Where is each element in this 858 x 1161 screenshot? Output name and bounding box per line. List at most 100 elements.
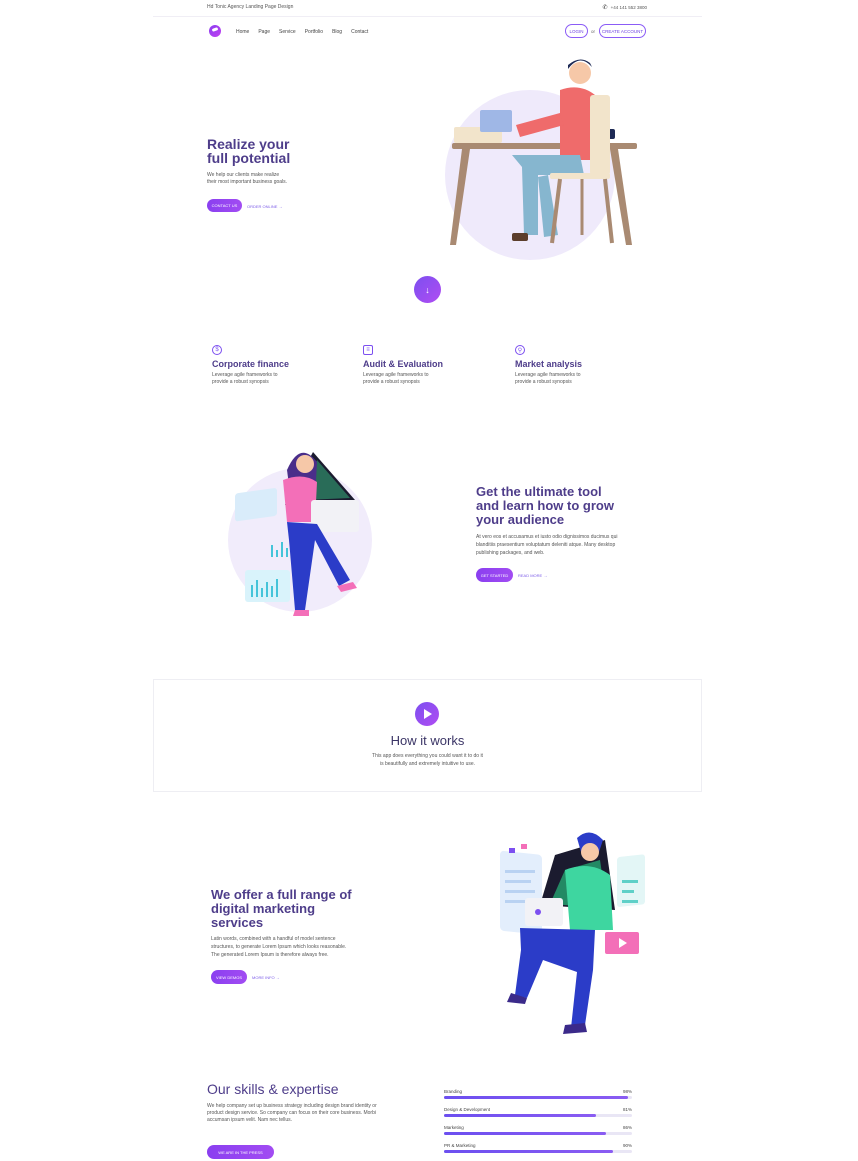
section3-p-line3: The generated Lorem Ipsum is therefore a…	[211, 952, 329, 958]
feature-desc-line2: provide a robust synopsis	[212, 379, 269, 385]
arrow-right-icon: →	[275, 975, 280, 980]
how-it-works-title: How it works	[390, 733, 465, 748]
skill-fill	[444, 1096, 629, 1099]
hero-subtitle: We help our clients make realize their m…	[207, 172, 317, 186]
login-button[interactable]: LOGIN	[565, 24, 588, 38]
skill-percent: 81%	[622, 1107, 632, 1112]
how-p-line2: is beautifully and extremely intuitive t…	[379, 761, 476, 767]
feature-desc-line2: provide a robust synopsis	[363, 379, 420, 385]
section3-p-line1: Latin words, combined with a handful of …	[211, 936, 336, 942]
section2-p-line1: At vero eos et accusamus et iusto odio d…	[476, 534, 618, 540]
skills-p-line3: accumsan ipsum velit. Nam nec tellus.	[207, 1117, 293, 1123]
skills-paragraph: We help company set up business strategy…	[207, 1103, 407, 1124]
feature-desc-line1: Leverage agile frameworks to	[363, 372, 429, 378]
more-info-link[interactable]: MORE INFO →	[252, 975, 280, 980]
section3-title-line2: digital marketing	[211, 901, 316, 916]
hero-title-line2: full potential	[207, 150, 291, 166]
skill-bar-design: Design & Development 81%	[444, 1107, 632, 1117]
skill-fill	[444, 1150, 614, 1153]
skill-percent: 86%	[622, 1125, 632, 1130]
skill-fill	[444, 1132, 606, 1135]
skills-p-line2: product design service. So company can f…	[207, 1110, 376, 1116]
phone-icon: ✆	[602, 5, 608, 11]
audience-illustration	[228, 452, 372, 616]
scroll-down-button[interactable]: ↓	[414, 276, 441, 303]
section3-title-line1: We offer a full range of	[211, 887, 352, 902]
feature-corporate-finance: $ Corporate finance Leverage agile frame…	[212, 345, 332, 386]
read-more-link[interactable]: READ MORE →	[518, 573, 547, 578]
arrow-right-icon: →	[278, 204, 283, 209]
skill-fill	[444, 1114, 597, 1117]
section2-p-line3: publishing packages, and web.	[476, 550, 545, 556]
section3-title: We offer a full range of digital marketi…	[211, 888, 386, 930]
feature-desc-line2: provide a robust synopsis	[515, 379, 572, 385]
contact-us-button[interactable]: CONTACT US	[207, 199, 242, 212]
nav-item-blog[interactable]: Blog	[332, 29, 342, 35]
dollar-icon: $	[212, 345, 222, 355]
hero-illustration	[445, 59, 637, 260]
feature-title: Corporate finance	[212, 359, 290, 369]
view-demos-button[interactable]: VIEW DEMOS	[211, 970, 247, 984]
section3-title-line3: services	[211, 915, 264, 930]
skills-title: Our skills & expertise	[207, 1081, 339, 1097]
create-account-button[interactable]: CREATE ACCOUNT	[599, 24, 646, 38]
section2-paragraph: At vero eos et accusamus et iusto odio d…	[476, 533, 646, 557]
how-it-works-paragraph: This app does everything you could want …	[350, 752, 505, 768]
nav-item-page[interactable]: Page	[258, 29, 270, 35]
skill-percent: 90%	[622, 1143, 632, 1148]
section2-title-line1: Get the ultimate tool	[476, 484, 602, 499]
arrow-down-icon: ↓	[425, 284, 430, 295]
phone-number[interactable]: ✆ +44 141 552 3800	[603, 4, 647, 11]
arrow-right-icon: →	[543, 573, 548, 578]
marketing-illustration	[500, 832, 645, 1034]
skill-label: Design & Development	[444, 1107, 491, 1112]
section2-title-line3: your audience	[476, 512, 565, 527]
feature-desc: Leverage agile frameworks to provide a ro…	[212, 372, 302, 386]
feature-audit-evaluation: ≡ Audit & Evaluation Leverage agile fram…	[363, 345, 483, 386]
section2-title: Get the ultimate tool and learn how to g…	[476, 485, 646, 527]
skill-bar-branding: Branding 98%	[444, 1089, 632, 1099]
feature-title: Market analysis	[515, 359, 583, 369]
order-online-label: ORDER ONLINE	[247, 204, 278, 209]
skill-bar-pr: PR & Marketing 90%	[444, 1143, 632, 1153]
top-bar: Hd Tonic Agency Landing Page Design ✆ +44…	[153, 0, 702, 17]
section2-p-line2: blanditiis praesentium voluptatum deleni…	[476, 542, 616, 548]
skill-label: Marketing	[444, 1125, 464, 1130]
site-title: Hd Tonic Agency Landing Page Design	[207, 4, 294, 10]
clipboard-icon: ≡	[363, 345, 373, 355]
hero-title: Realize your full potential	[207, 137, 337, 165]
nav-item-service[interactable]: Service	[279, 29, 296, 35]
skills-p-line1: We help company set up business strategy…	[207, 1103, 377, 1109]
feature-desc: Leverage agile frameworks to provide a ro…	[363, 372, 453, 386]
feature-desc-line1: Leverage agile frameworks to	[515, 372, 581, 378]
phone-text: +44 141 552 3800	[610, 5, 647, 10]
feature-desc: Leverage agile frameworks to provide a ro…	[515, 372, 605, 386]
read-more-label: READ MORE	[518, 573, 543, 578]
hero-subtitle-line1: We help our clients make realize	[207, 172, 280, 178]
search-icon: ⚲	[515, 345, 525, 355]
feature-market-analysis: ⚲ Market analysis Leverage agile framewo…	[515, 345, 635, 386]
skill-bar-marketing: Marketing 86%	[444, 1125, 632, 1135]
press-button[interactable]: WE ARE IN THE PRESS	[207, 1145, 274, 1159]
feature-title: Audit & Evaluation	[363, 359, 444, 369]
logo[interactable]	[209, 25, 221, 37]
or-text: or	[591, 29, 596, 34]
play-button[interactable]	[415, 702, 439, 726]
main-nav: Home Page Service Portfolio Blog Contact	[236, 29, 368, 35]
section3-p-line2: structures, to generate Lorem Ipsum whic…	[211, 944, 347, 950]
nav-item-home[interactable]: Home	[236, 29, 249, 35]
skill-percent: 98%	[622, 1089, 632, 1094]
skill-label: PR & Marketing	[444, 1143, 476, 1148]
feature-desc-line1: Leverage agile frameworks to	[212, 372, 278, 378]
hero-subtitle-line2: their most important business goals.	[207, 179, 288, 185]
order-online-link[interactable]: ORDER ONLINE →	[247, 204, 283, 209]
nav-item-portfolio[interactable]: Portfolio	[305, 29, 323, 35]
nav-item-contact[interactable]: Contact	[351, 29, 368, 35]
section3-paragraph: Latin words, combined with a handful of …	[211, 935, 376, 959]
how-p-line1: This app does everything you could want …	[372, 753, 483, 759]
hero-title-line1: Realize your	[207, 136, 290, 152]
get-started-button[interactable]: GET STARTED	[476, 568, 513, 582]
skill-label: Branding	[444, 1089, 463, 1094]
section2-title-line2: and learn how to grow	[476, 498, 614, 513]
more-info-label: MORE INFO	[252, 975, 275, 980]
